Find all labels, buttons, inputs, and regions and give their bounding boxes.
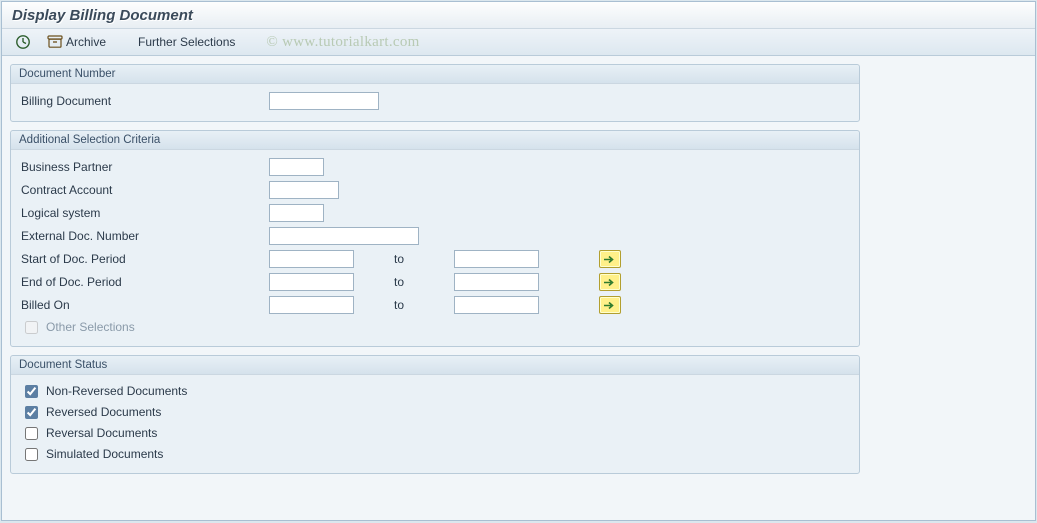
input-billing-document[interactable] xyxy=(269,92,379,110)
label-end-doc-period: End of Doc. Period xyxy=(19,275,269,289)
group-additional-selection: Additional Selection Criteria Business P… xyxy=(10,130,860,347)
group-title-document-number: Document Number xyxy=(11,65,859,84)
input-contract-account[interactable] xyxy=(269,181,339,199)
watermark-text: © www.tutorialkart.com xyxy=(266,34,419,51)
archive-icon xyxy=(47,35,63,49)
arrow-right-icon xyxy=(604,278,616,287)
label-reversed: Reversed Documents xyxy=(46,405,161,419)
multi-select-end-doc[interactable] xyxy=(599,273,621,291)
checkbox-non-reversed[interactable] xyxy=(25,385,38,398)
toolbar: Archive Further Selections © www.tutoria… xyxy=(2,29,1035,56)
label-start-doc-period: Start of Doc. Period xyxy=(19,252,269,266)
to-label-3: to xyxy=(394,298,454,312)
input-start-doc-period-low[interactable] xyxy=(269,250,354,268)
input-billed-on-high[interactable] xyxy=(454,296,539,314)
input-end-doc-period-high[interactable] xyxy=(454,273,539,291)
execute-button[interactable] xyxy=(10,32,36,52)
label-non-reversed: Non-Reversed Documents xyxy=(46,384,187,398)
input-logical-system[interactable] xyxy=(269,204,324,222)
multi-select-billed-on[interactable] xyxy=(599,296,621,314)
label-simulated: Simulated Documents xyxy=(46,447,163,461)
checkbox-reversal[interactable] xyxy=(25,427,38,440)
group-title-document-status: Document Status xyxy=(11,356,859,375)
input-billed-on-low[interactable] xyxy=(269,296,354,314)
group-document-status: Document Status Non-Reversed Documents R… xyxy=(10,355,860,474)
arrow-right-icon xyxy=(604,301,616,310)
input-external-doc-number[interactable] xyxy=(269,227,419,245)
multi-select-start-doc[interactable] xyxy=(599,250,621,268)
clock-execute-icon xyxy=(15,34,31,50)
label-logical-system: Logical system xyxy=(19,206,269,220)
page-title: Display Billing Document xyxy=(2,2,1035,29)
label-business-partner: Business Partner xyxy=(19,160,269,174)
input-end-doc-period-low[interactable] xyxy=(269,273,354,291)
label-billing-document: Billing Document xyxy=(19,94,269,108)
group-title-additional-selection: Additional Selection Criteria xyxy=(11,131,859,150)
arrow-right-icon xyxy=(604,255,616,264)
checkbox-reversed[interactable] xyxy=(25,406,38,419)
to-label-2: to xyxy=(394,275,454,289)
input-start-doc-period-high[interactable] xyxy=(454,250,539,268)
label-contract-account: Contract Account xyxy=(19,183,269,197)
label-external-doc-number: External Doc. Number xyxy=(19,229,269,243)
label-other-selections: Other Selections xyxy=(46,320,135,334)
label-reversal: Reversal Documents xyxy=(46,426,157,440)
checkbox-other-selections xyxy=(25,321,38,334)
further-label: Further Selections xyxy=(138,35,235,49)
archive-button[interactable]: Archive xyxy=(42,33,111,51)
input-business-partner[interactable] xyxy=(269,158,324,176)
group-document-number: Document Number Billing Document xyxy=(10,64,860,122)
to-label-1: to xyxy=(394,252,454,266)
checkbox-simulated[interactable] xyxy=(25,448,38,461)
label-billed-on: Billed On xyxy=(19,298,269,312)
archive-label: Archive xyxy=(66,35,106,49)
further-selections-button[interactable]: Further Selections xyxy=(133,33,240,51)
